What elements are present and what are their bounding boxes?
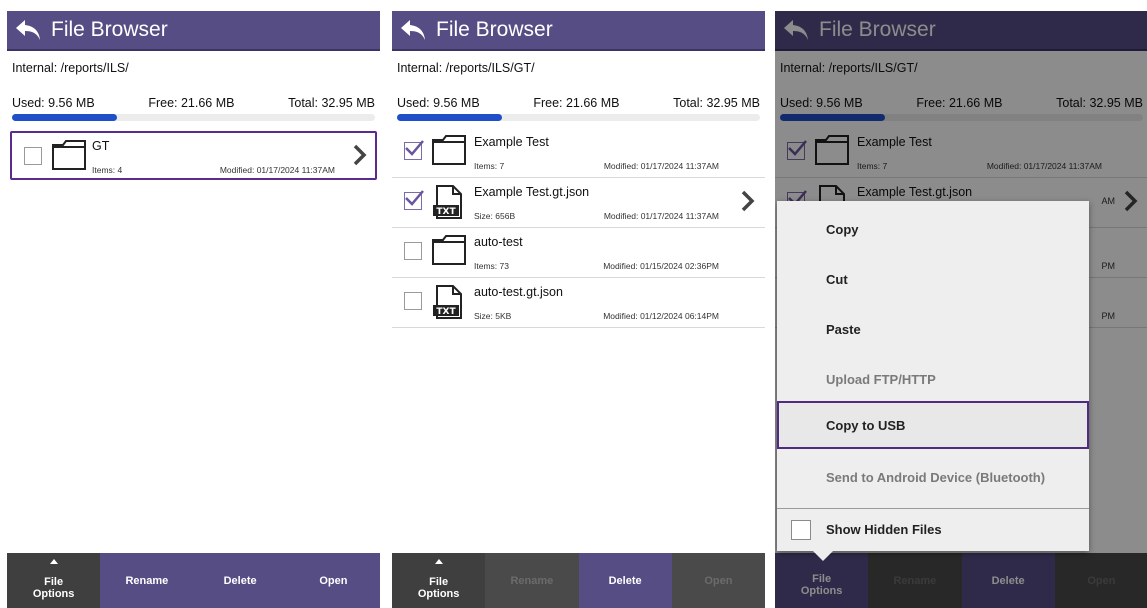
- delete-button[interactable]: Delete: [578, 553, 672, 608]
- back-arrow-icon[interactable]: [11, 11, 45, 49]
- file-row[interactable]: Example Test Items: 7 Modified: 01/17/20…: [392, 128, 765, 178]
- current-path: Internal: /reports/ILS/GT/: [397, 61, 535, 75]
- file-name: GT: [92, 139, 110, 153]
- storage-usage-bar: [397, 114, 760, 121]
- free-space: Free: 21.66 MB: [533, 96, 620, 110]
- app-title: File Browser: [436, 18, 553, 41]
- storage-usage-fill: [397, 114, 503, 121]
- file-name: Example Test.gt.json: [474, 185, 590, 199]
- title-bar: File Browser: [392, 11, 765, 51]
- file-items: Items: 4: [92, 165, 123, 175]
- storage-info: Used: 9.56 MB Free: 21.66 MB Total: 32.9…: [12, 96, 375, 110]
- delete-button[interactable]: Delete: [194, 553, 287, 608]
- file-items: Items: 73: [474, 261, 509, 271]
- storage-usage-bar: [12, 114, 375, 121]
- file-row[interactable]: auto-test Items: 73 Modified: 01/15/2024…: [392, 228, 765, 278]
- menu-item-upload-ftp-http[interactable]: Upload FTP/HTTP: [777, 356, 1089, 402]
- row-checkbox-checked[interactable]: [404, 190, 424, 210]
- used-space: Used: 9.56 MB: [12, 96, 95, 110]
- bottom-toolbar: File Options Rename Delete Open: [392, 553, 765, 608]
- arrow-up-icon: [434, 559, 443, 564]
- menu-item-send-to-android[interactable]: Send to Android Device (Bluetooth): [777, 454, 1089, 500]
- file-row[interactable]: TXT Example Test.gt.json Size: 656B Modi…: [392, 178, 765, 228]
- back-arrow-icon[interactable]: [396, 11, 430, 49]
- file-name: Example Test: [474, 135, 549, 149]
- file-browser-panel-1: File Browser Internal: /reports/ILS/ Use…: [7, 11, 380, 608]
- folder-icon: [431, 134, 467, 171]
- file-browser-panel-3: File Browser Internal: /reports/ILS/GT/ …: [775, 11, 1147, 608]
- checkmark-icon: [405, 190, 424, 206]
- open-button[interactable]: Open: [287, 553, 380, 608]
- file-modified: Modified: 01/15/2024 02:36PM: [603, 261, 719, 271]
- file-name: auto-test: [474, 235, 523, 249]
- svg-text:TXT: TXT: [436, 307, 456, 317]
- txt-file-icon: TXT: [431, 284, 467, 325]
- file-browser-panel-2: File Browser Internal: /reports/ILS/GT/ …: [392, 11, 765, 608]
- file-size: Size: 656B: [474, 211, 516, 221]
- row-checkbox-checked[interactable]: [404, 140, 424, 160]
- file-modified: Modified: 01/12/2024 06:14PM: [603, 311, 719, 321]
- app-title: File Browser: [51, 18, 168, 41]
- storage-usage-fill: [12, 114, 118, 121]
- menu-item-copy-to-usb[interactable]: Copy to USB: [777, 401, 1089, 449]
- arrow-up-icon: [49, 559, 58, 564]
- menu-item-copy[interactable]: Copy: [777, 206, 1089, 252]
- bottom-toolbar: File Options Rename Delete Open: [7, 553, 380, 608]
- file-modified: Modified: 01/17/2024 11:37AM: [603, 211, 719, 221]
- current-path: Internal: /reports/ILS/: [12, 61, 129, 75]
- open-button[interactable]: Open: [671, 553, 765, 608]
- rename-button[interactable]: Rename: [485, 553, 579, 608]
- chevron-right-icon[interactable]: [741, 190, 755, 217]
- title-bar: File Browser: [7, 11, 380, 51]
- file-options-button[interactable]: File Options: [392, 553, 486, 608]
- file-options-button[interactable]: File Options: [7, 553, 101, 608]
- show-hidden-files-checkbox[interactable]: [791, 520, 811, 540]
- file-name: auto-test.gt.json: [474, 285, 563, 299]
- menu-pointer: [813, 551, 833, 561]
- file-modified: Modified: 01/17/2024 11:37AM: [603, 161, 719, 171]
- menu-item-cut[interactable]: Cut: [777, 256, 1089, 302]
- used-space: Used: 9.56 MB: [397, 96, 480, 110]
- file-row[interactable]: TXT auto-test.gt.json Size: 5KB Modified…: [392, 278, 765, 328]
- file-items: Items: 7: [474, 161, 505, 171]
- folder-icon: [431, 234, 467, 271]
- rename-button[interactable]: Rename: [100, 553, 193, 608]
- checkmark-icon: [405, 140, 424, 156]
- svg-text:TXT: TXT: [436, 207, 456, 217]
- row-checkbox[interactable]: [404, 242, 422, 260]
- file-modified: Modified: 01/17/2024 11:37AM: [219, 165, 335, 175]
- file-row-gt[interactable]: GT Items: 4 Modified: 01/17/2024 11:37AM: [10, 131, 377, 180]
- total-space: Total: 32.95 MB: [288, 96, 375, 110]
- menu-item-paste[interactable]: Paste: [777, 306, 1089, 352]
- free-space: Free: 21.66 MB: [148, 96, 235, 110]
- file-options-menu: Copy Cut Paste Upload FTP/HTTP Copy to U…: [777, 201, 1089, 561]
- file-size: Size: 5KB: [474, 311, 512, 321]
- total-space: Total: 32.95 MB: [673, 96, 760, 110]
- chevron-right-icon[interactable]: [353, 144, 367, 171]
- storage-info: Used: 9.56 MB Free: 21.66 MB Total: 32.9…: [397, 96, 760, 110]
- folder-icon: [51, 139, 87, 176]
- row-checkbox[interactable]: [24, 147, 42, 165]
- show-hidden-files-option[interactable]: Show Hidden Files: [777, 506, 1089, 552]
- row-checkbox[interactable]: [404, 292, 422, 310]
- txt-file-icon: TXT: [431, 184, 467, 225]
